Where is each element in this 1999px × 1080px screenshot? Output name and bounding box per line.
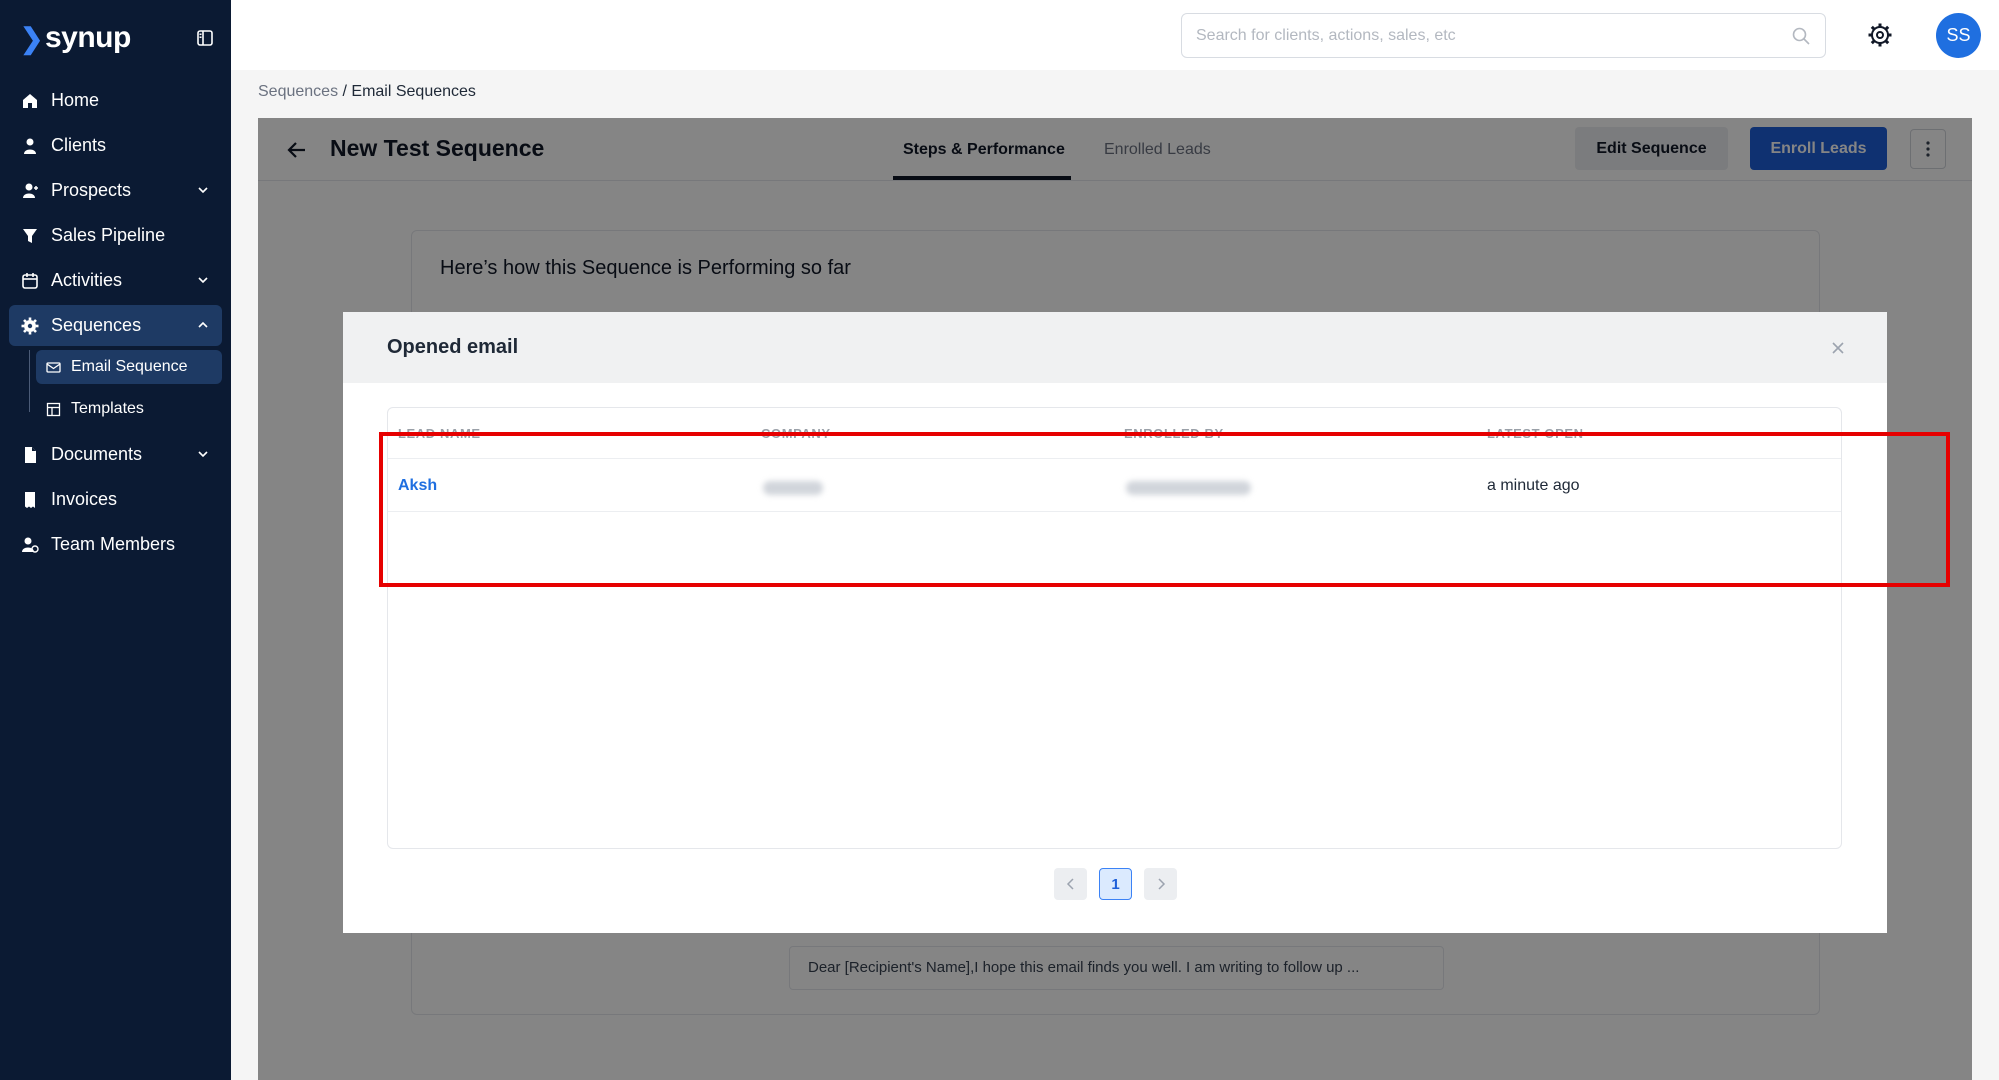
highlight-annotation-box bbox=[379, 432, 1950, 587]
sidebar-item-label: Clients bbox=[51, 135, 107, 155]
sidebar-subitem-templates[interactable]: Templates bbox=[36, 392, 222, 426]
chevron-down-icon bbox=[198, 187, 208, 194]
previous-page-button[interactable] bbox=[1054, 868, 1087, 900]
sidebar-item-documents[interactable]: Documents bbox=[9, 434, 222, 475]
sidebar-item-prospects[interactable]: Prospects bbox=[9, 170, 222, 211]
sidebar-item-activities[interactable]: Activities bbox=[9, 260, 222, 301]
logo-mark-icon: ❯ bbox=[20, 22, 43, 54]
sidebar-item-sequences[interactable]: Sequences bbox=[9, 305, 222, 346]
logo-row: ❯ synup bbox=[0, 0, 231, 76]
chevron-left-icon bbox=[1066, 878, 1074, 890]
sidebar-item-label: Activities bbox=[51, 270, 123, 290]
sidebar-item-label: Prospects bbox=[51, 180, 132, 200]
breadcrumb-separator: / bbox=[338, 83, 352, 100]
sidebar-item-home[interactable]: Home bbox=[9, 80, 222, 121]
person-icon bbox=[21, 137, 39, 155]
sidebar-item-label: Sequences bbox=[51, 315, 142, 335]
sidebar-item-invoices[interactable]: Invoices bbox=[9, 479, 222, 520]
synup-logo[interactable]: ❯ synup bbox=[20, 21, 131, 55]
breadcrumb-current: Email Sequences bbox=[351, 83, 476, 100]
search-box[interactable] bbox=[1181, 13, 1826, 58]
prospect-icon bbox=[21, 182, 39, 200]
sidebar-item-label: Team Members bbox=[51, 534, 176, 554]
breadcrumb-parent-link[interactable]: Sequences bbox=[258, 83, 338, 100]
invoice-icon bbox=[21, 491, 39, 509]
sidebar-subitem-label: Email Sequence bbox=[71, 358, 188, 375]
top-bar: SS bbox=[231, 0, 1999, 70]
brand-name: synup bbox=[44, 21, 131, 54]
sidebar-item-team-members[interactable]: Team Members bbox=[9, 524, 222, 565]
chevron-down-icon bbox=[198, 451, 208, 458]
search-icon[interactable] bbox=[1791, 26, 1811, 46]
gear-icon bbox=[21, 317, 39, 335]
sequences-submenu: Email Sequence Templates bbox=[27, 350, 231, 426]
breadcrumb: Sequences / Email Sequences bbox=[258, 83, 476, 101]
sidebar-item-label: Sales Pipeline bbox=[51, 225, 166, 245]
search-input[interactable] bbox=[1196, 26, 1791, 45]
sidebar-item-label: Documents bbox=[51, 444, 143, 464]
home-icon bbox=[21, 92, 39, 110]
chevron-down-icon bbox=[198, 277, 208, 284]
template-icon bbox=[46, 402, 61, 417]
sidebar-item-clients[interactable]: Clients bbox=[9, 125, 222, 166]
mail-icon bbox=[46, 360, 61, 375]
team-icon bbox=[21, 536, 39, 554]
funnel-icon bbox=[21, 227, 39, 245]
pagination: 1 bbox=[1054, 868, 1177, 900]
sidebar-item-sales-pipeline[interactable]: Sales Pipeline bbox=[9, 215, 222, 256]
sidebar: ❯ synup Home Clients Prospects Sales Pip… bbox=[0, 0, 231, 1080]
sidebar-subitem-label: Templates bbox=[71, 400, 144, 417]
document-icon bbox=[21, 446, 39, 464]
opened-email-modal: Opened email LEAD NAME COMPANY ENROLLED … bbox=[343, 312, 1887, 933]
next-page-button[interactable] bbox=[1144, 868, 1177, 900]
chevron-right-icon bbox=[1157, 878, 1165, 890]
sidebar-nav: Home Clients Prospects Sales Pipeline Ac… bbox=[0, 80, 231, 346]
sidebar-nav-lower: Documents Invoices Team Members bbox=[0, 434, 231, 565]
user-avatar[interactable]: SS bbox=[1936, 13, 1981, 58]
sidebar-collapse-icon[interactable] bbox=[195, 28, 215, 48]
sidebar-subitem-email-sequence[interactable]: Email Sequence bbox=[36, 350, 222, 384]
sidebar-item-label: Invoices bbox=[51, 489, 118, 509]
chevron-up-icon bbox=[198, 321, 208, 328]
page-number-button[interactable]: 1 bbox=[1099, 868, 1132, 900]
close-icon[interactable] bbox=[1831, 341, 1845, 355]
sidebar-item-label: Home bbox=[51, 90, 100, 110]
settings-gear-icon[interactable] bbox=[1867, 22, 1893, 48]
modal-header: Opened email bbox=[343, 312, 1887, 383]
calendar-icon bbox=[21, 272, 39, 290]
modal-title: Opened email bbox=[387, 336, 519, 358]
